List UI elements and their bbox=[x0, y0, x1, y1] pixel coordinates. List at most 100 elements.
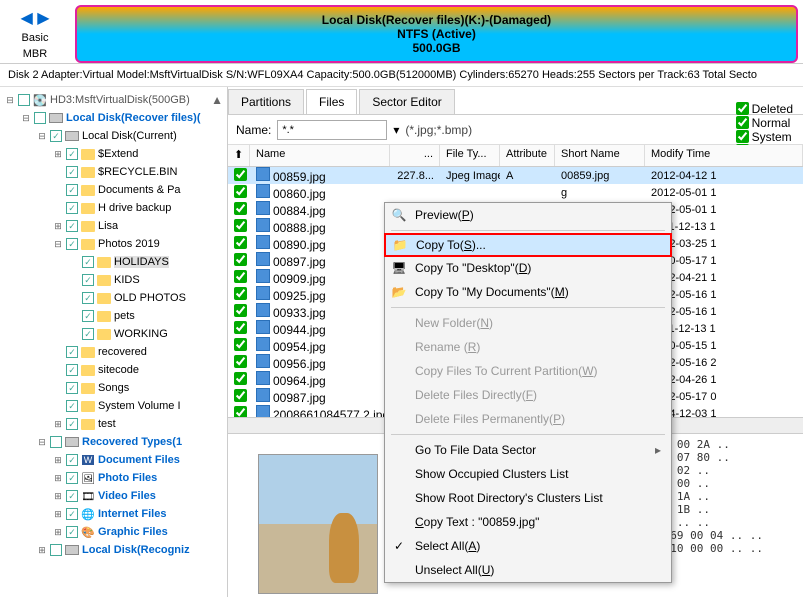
tree-checkbox[interactable]: ✓ bbox=[66, 508, 78, 520]
row-checkbox[interactable] bbox=[234, 270, 247, 283]
scroll-up-icon[interactable]: ▲ bbox=[211, 93, 223, 107]
row-checkbox[interactable] bbox=[234, 372, 247, 385]
filter-checkbox[interactable] bbox=[736, 102, 749, 115]
row-checkbox[interactable] bbox=[234, 287, 247, 300]
expand-icon[interactable]: ⊞ bbox=[52, 491, 64, 502]
tree-item[interactable]: ⊞✓WDocument Files bbox=[0, 451, 227, 469]
up-icon[interactable]: ⬆ bbox=[228, 145, 250, 166]
tree-item[interactable]: ✓H drive backup bbox=[0, 199, 227, 217]
expand-icon[interactable]: ⊞ bbox=[52, 527, 64, 538]
menu-item[interactable]: Show Root Directory's Clusters List bbox=[385, 486, 671, 510]
tree-item[interactable]: ✓recovered bbox=[0, 343, 227, 361]
tree-item[interactable]: ⊞✓Lisa bbox=[0, 217, 227, 235]
tree-item[interactable]: ✓pets bbox=[0, 307, 227, 325]
menu-item[interactable]: 🔍Preview(P) bbox=[385, 203, 671, 227]
col-attr[interactable]: Attribute bbox=[500, 145, 555, 166]
tree-item[interactable]: ✓$RECYCLE.BIN bbox=[0, 163, 227, 181]
column-header[interactable]: ⬆ Name ... File Ty... Attribute Short Na… bbox=[228, 145, 803, 167]
dropdown-icon[interactable]: ▾ bbox=[393, 123, 399, 137]
tree-checkbox[interactable]: ✓ bbox=[66, 382, 78, 394]
tree-checkbox[interactable] bbox=[50, 544, 62, 556]
row-checkbox[interactable] bbox=[234, 185, 247, 198]
menu-item[interactable]: Unselect All(U) bbox=[385, 558, 671, 582]
row-checkbox[interactable] bbox=[234, 219, 247, 232]
expand-icon[interactable]: ⊞ bbox=[52, 509, 64, 520]
col-type[interactable]: File Ty... bbox=[440, 145, 500, 166]
tree-item[interactable]: ✓OLD PHOTOS bbox=[0, 289, 227, 307]
col-name[interactable]: Name bbox=[250, 145, 390, 166]
filter-system[interactable]: System bbox=[736, 130, 795, 144]
partition-banner[interactable]: Local Disk(Recover files)(K:)-(Damaged) … bbox=[75, 5, 798, 63]
file-row[interactable]: 00860.jpgg2012-05-01 1 bbox=[228, 184, 803, 201]
expand-icon[interactable]: ⊞ bbox=[36, 545, 48, 556]
tree-checkbox[interactable]: ✓ bbox=[66, 490, 78, 502]
row-checkbox[interactable] bbox=[234, 406, 247, 418]
row-checkbox[interactable] bbox=[234, 355, 247, 368]
row-checkbox[interactable] bbox=[234, 321, 247, 334]
menu-item[interactable]: Show Occupied Clusters List bbox=[385, 462, 671, 486]
directory-tree[interactable]: ⊟💽HD3:MsftVirtualDisk(500GB)▲⊟Local Disk… bbox=[0, 87, 228, 597]
tree-checkbox[interactable]: ✓ bbox=[66, 418, 78, 430]
tree-item[interactable]: ⊟✓Local Disk(Current) bbox=[0, 127, 227, 145]
tree-item[interactable]: ⊞✓🎞Video Files bbox=[0, 487, 227, 505]
tree-checkbox[interactable]: ✓ bbox=[66, 184, 78, 196]
menu-item[interactable]: 📂Copy To "My Documents"(M) bbox=[385, 280, 671, 304]
nav-arrows[interactable]: ◀ ▶ bbox=[0, 8, 70, 28]
tab-partitions[interactable]: Partitions bbox=[228, 89, 304, 114]
expand-icon[interactable]: ⊟ bbox=[4, 95, 16, 106]
expand-icon[interactable]: ⊞ bbox=[52, 473, 64, 484]
expand-icon[interactable]: ⊞ bbox=[52, 149, 64, 160]
row-checkbox[interactable] bbox=[234, 338, 247, 351]
tree-checkbox[interactable] bbox=[34, 112, 46, 124]
tree-checkbox[interactable]: ✓ bbox=[66, 202, 78, 214]
expand-icon[interactable]: ⊟ bbox=[36, 131, 48, 142]
expand-icon[interactable]: ⊞ bbox=[52, 455, 64, 466]
tree-checkbox[interactable]: ✓ bbox=[82, 292, 94, 304]
menu-item[interactable]: Copy Text : "00859.jpg" bbox=[385, 510, 671, 534]
tree-checkbox[interactable]: ✓ bbox=[66, 148, 78, 160]
tree-item[interactable]: ✓Songs bbox=[0, 379, 227, 397]
expand-icon[interactable]: ⊞ bbox=[52, 419, 64, 430]
tree-item[interactable]: ✓System Volume I bbox=[0, 397, 227, 415]
tree-item[interactable]: ⊞✓test bbox=[0, 415, 227, 433]
file-row[interactable]: 00859.jpg227.8...Jpeg ImageA00859.jpg201… bbox=[228, 167, 803, 184]
row-checkbox[interactable] bbox=[234, 168, 247, 181]
tab-files[interactable]: Files bbox=[306, 89, 357, 114]
row-checkbox[interactable] bbox=[234, 253, 247, 266]
tree-checkbox[interactable]: ✓ bbox=[66, 526, 78, 538]
menu-item[interactable]: 🖥Copy To "Desktop"(D) bbox=[385, 256, 671, 280]
tree-checkbox[interactable]: ✓ bbox=[66, 364, 78, 376]
filter-normal[interactable]: Normal bbox=[736, 116, 795, 130]
tree-checkbox[interactable]: ✓ bbox=[82, 328, 94, 340]
tree-item[interactable]: ⊞✓🖼Photo Files bbox=[0, 469, 227, 487]
tree-checkbox[interactable]: ✓ bbox=[66, 400, 78, 412]
tree-item[interactable]: ⊞Local Disk(Recogniz bbox=[0, 541, 227, 559]
tree-checkbox[interactable]: ✓ bbox=[66, 472, 78, 484]
tree-checkbox[interactable]: ✓ bbox=[66, 220, 78, 232]
col-short[interactable]: Short Name bbox=[555, 145, 645, 166]
menu-item[interactable]: 📁Copy To(S)... bbox=[384, 233, 672, 257]
tree-checkbox[interactable]: ✓ bbox=[66, 346, 78, 358]
tree-item[interactable]: ⊟Local Disk(Recover files)( bbox=[0, 109, 227, 127]
expand-icon[interactable]: ⊞ bbox=[52, 221, 64, 232]
tree-item[interactable]: ✓WORKING bbox=[0, 325, 227, 343]
row-checkbox[interactable] bbox=[234, 202, 247, 215]
expand-icon[interactable]: ⊟ bbox=[52, 239, 64, 250]
menu-item[interactable]: Go To File Data Sector▸ bbox=[385, 438, 671, 462]
tree-checkbox[interactable]: ✓ bbox=[82, 310, 94, 322]
row-checkbox[interactable] bbox=[234, 236, 247, 249]
col-mod[interactable]: Modify Time bbox=[645, 145, 803, 166]
tree-item[interactable]: ✓Documents & Pa bbox=[0, 181, 227, 199]
row-checkbox[interactable] bbox=[234, 304, 247, 317]
tree-item[interactable]: ⊞✓$Extend bbox=[0, 145, 227, 163]
thumbnail[interactable] bbox=[258, 454, 378, 594]
col-size[interactable]: ... bbox=[390, 145, 440, 166]
tree-item[interactable]: ✓HOLIDAYS bbox=[0, 253, 227, 271]
tree-checkbox[interactable] bbox=[50, 436, 62, 448]
tree-checkbox[interactable]: ✓ bbox=[66, 454, 78, 466]
tree-checkbox[interactable]: ✓ bbox=[82, 256, 94, 268]
menu-item[interactable]: ✓Select All(A) bbox=[385, 534, 671, 558]
filter-checkbox[interactable] bbox=[736, 130, 749, 143]
row-checkbox[interactable] bbox=[234, 389, 247, 402]
tree-checkbox[interactable]: ✓ bbox=[66, 238, 78, 250]
